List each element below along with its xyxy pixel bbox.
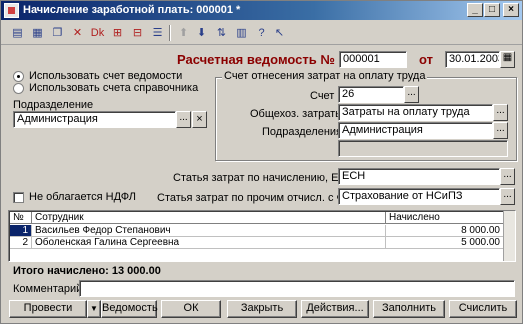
row-employee[interactable]: Васильев Федор Степанович (32, 225, 386, 237)
department-clear-button[interactable]: × (192, 111, 207, 128)
post-button[interactable]: Провести (9, 300, 87, 318)
general-costs-label: Общехоз. затраты (250, 108, 344, 120)
fot-field[interactable]: Страхование от НСиПЗ (338, 188, 500, 205)
document-title: Расчетная ведомость № (177, 52, 335, 67)
general-costs-field[interactable]: Затраты на оплату труда (338, 104, 493, 121)
date-label: от (419, 52, 433, 67)
comment-field[interactable] (79, 280, 515, 297)
document-number-field[interactable]: 000001 (339, 51, 407, 68)
cursor-help-icon[interactable]: ↖ (271, 25, 288, 41)
subdivision-field[interactable]: Администрация (338, 122, 493, 139)
title-bar: Начисление заработной плать: 000001 * _ … (1, 1, 522, 20)
fot-select-button[interactable]: ... (500, 188, 515, 205)
radio-use-reference-account-label: Использовать счета справочника (29, 82, 199, 94)
structure-icon[interactable]: ⊞ (109, 25, 126, 41)
table-scrollbar[interactable] (503, 211, 515, 261)
row-employee[interactable]: Оболенская Галина Сергеевна (32, 237, 386, 249)
payroll-table: № Сотрудник Начислено 1 Васильев Федор С… (8, 210, 516, 262)
actions-button[interactable]: Действия... (301, 300, 369, 318)
down-icon[interactable]: ⬇ (193, 25, 210, 41)
save-icon[interactable]: ▤ (9, 25, 26, 41)
calendar-button[interactable]: ▦ (500, 51, 515, 68)
cost-account-group-title: Счет отнесения затрат на оплату труда (222, 70, 428, 82)
help-icon[interactable]: ? (253, 25, 270, 41)
list-icon[interactable]: ☰ (149, 25, 166, 41)
column-header-amount[interactable]: Начислено (386, 212, 504, 224)
up-icon[interactable]: ⬆ (175, 25, 192, 41)
fill-button[interactable]: Заполнить (373, 300, 445, 318)
copy-icon[interactable]: ❐ (49, 25, 66, 41)
calculate-button[interactable]: Счислить (449, 300, 517, 318)
extra-analytics-field (338, 140, 508, 157)
fot-label: Статья затрат по прочим отчисл. с ФОТ (157, 192, 361, 204)
toolbar-separator (169, 25, 171, 41)
document-icon (4, 3, 19, 18)
account-label: Счет (310, 90, 335, 102)
delete-icon[interactable]: ✕ (69, 25, 86, 41)
department-label: Подразделение (13, 99, 94, 111)
toolbar: ▤ ▦ ❐ ✕ Dk ⊞ ⊟ ☰ ⬆ ⬇ ⇅ ▥ ? ↖ (1, 21, 522, 45)
ndfl-exempt-checkbox[interactable] (13, 192, 24, 203)
account-select-button[interactable]: ... (404, 86, 419, 103)
radio-use-reference-account[interactable] (13, 83, 24, 94)
account-field[interactable]: 26 (338, 86, 404, 103)
table-icon[interactable]: ▥ (233, 25, 250, 41)
radio-use-statement-account[interactable] (13, 71, 24, 82)
document-window: Начисление заработной плать: 000001 * _ … (0, 0, 523, 324)
esn-label: Статья затрат по начислению, ЕСН (173, 172, 355, 184)
document-date-field[interactable]: 30.01.2003 (445, 51, 500, 68)
comment-label: Комментарий: (13, 283, 86, 295)
subdivision-label: Подразделения (262, 126, 342, 138)
close-form-button[interactable]: Закрыть (227, 300, 297, 318)
ok-button[interactable]: ОК (161, 300, 221, 318)
debit-credit-icon[interactable]: Dk (89, 25, 106, 41)
total-accrued: Итого начислено: 13 000.00 (13, 265, 161, 277)
department-field[interactable]: Администрация (13, 111, 176, 128)
column-header-number[interactable]: № (10, 212, 32, 224)
department-select-button[interactable]: ... (176, 111, 191, 128)
row-amount[interactable]: 5 000.00 (386, 237, 504, 249)
minimize-button[interactable]: _ (467, 3, 483, 17)
print-menu-arrow-icon[interactable]: ▼ (87, 300, 101, 318)
general-costs-select-button[interactable]: ... (493, 104, 508, 121)
row-number: 1 (10, 225, 32, 237)
ndfl-exempt-label: Не облагается НДФЛ (29, 191, 137, 203)
column-header-employee[interactable]: Сотрудник (32, 212, 386, 224)
print-icon[interactable]: ▦ (29, 25, 46, 41)
post-icon[interactable]: ⊟ (129, 25, 146, 41)
radio-use-statement-account-label: Использовать счет ведомости (29, 70, 183, 82)
row-number: 2 (10, 237, 32, 249)
esn-select-button[interactable]: ... (500, 168, 515, 185)
row-amount[interactable]: 8 000.00 (386, 225, 504, 237)
window-title: Начисление заработной плать: 000001 * (23, 4, 241, 16)
maximize-button[interactable]: □ (484, 3, 500, 17)
sort-icon[interactable]: ⇅ (213, 25, 230, 41)
close-button[interactable]: × (503, 3, 519, 17)
subdivision-select-button[interactable]: ... (493, 122, 508, 139)
esn-field[interactable]: ЕСН (338, 168, 500, 185)
statement-button[interactable]: Ведомость (101, 300, 158, 318)
